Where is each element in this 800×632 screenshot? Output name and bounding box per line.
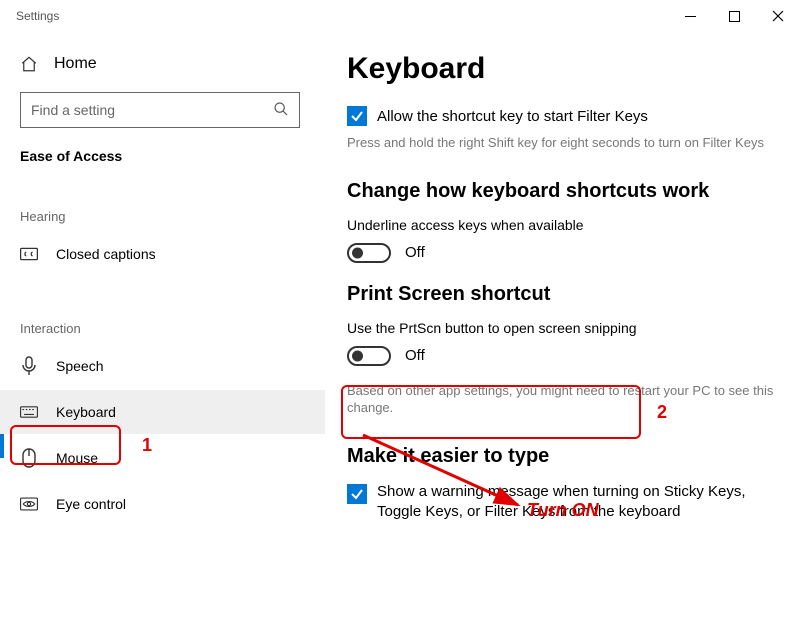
eye-control-icon: [20, 496, 38, 512]
underline-toggle-state: Off: [405, 244, 425, 261]
prtscn-note: Based on other app settings, you might n…: [347, 382, 786, 417]
sidebar-item-label: Mouse: [56, 450, 98, 466]
sidebar-item-label: Eye control: [56, 496, 126, 512]
page-title: Keyboard: [347, 52, 786, 86]
sidebar-home-label: Home: [54, 55, 97, 73]
underline-toggle[interactable]: [347, 243, 391, 263]
titlebar-title: Settings: [16, 9, 59, 23]
prtscn-toggle-state: Off: [405, 347, 425, 364]
close-button[interactable]: [756, 1, 800, 31]
titlebar: Settings: [0, 0, 800, 32]
prtscn-toggle[interactable]: [347, 346, 391, 366]
search-icon: [273, 101, 289, 120]
closed-captions-icon: [20, 247, 38, 261]
sidebar-item-closed-captions[interactable]: Closed captions: [0, 232, 325, 276]
warning-checkbox-row[interactable]: Show a warning message when turning on S…: [347, 482, 786, 523]
settings-window: Settings Home: [0, 0, 800, 632]
search-wrap: [0, 92, 325, 128]
minimize-button[interactable]: [668, 1, 712, 31]
speech-icon: [20, 356, 38, 376]
sidebar: Home Ease of Access Hearing Closed capti…: [0, 32, 325, 632]
sidebar-home[interactable]: Home: [0, 42, 325, 86]
filter-keys-checkbox-row[interactable]: Allow the shortcut key to start Filter K…: [347, 106, 786, 126]
selection-indicator: [0, 434, 4, 458]
sidebar-section-hearing: Hearing: [0, 209, 325, 224]
sidebar-item-keyboard[interactable]: Keyboard: [0, 390, 325, 434]
underline-toggle-row: Off: [347, 243, 786, 263]
prtscn-label: Use the PrtScn button to open screen sni…: [347, 320, 786, 336]
main-panel: Keyboard Allow the shortcut key to start…: [325, 32, 800, 632]
sidebar-section-interaction: Interaction: [0, 321, 325, 336]
sidebar-item-speech[interactable]: Speech: [0, 344, 325, 388]
checkbox-checked-icon: [347, 484, 367, 504]
filter-keys-label: Allow the shortcut key to start Filter K…: [377, 108, 648, 125]
easier-heading: Make it easier to type: [347, 445, 786, 468]
home-icon: [20, 55, 38, 73]
mouse-icon: [20, 448, 38, 468]
warning-label: Show a warning message when turning on S…: [377, 482, 786, 523]
content-area: Home Ease of Access Hearing Closed capti…: [0, 32, 800, 632]
sidebar-item-label: Keyboard: [56, 404, 116, 420]
sidebar-item-mouse[interactable]: Mouse: [0, 436, 325, 480]
checkbox-checked-icon: [347, 106, 367, 126]
prtscn-heading: Print Screen shortcut: [347, 283, 786, 306]
maximize-button[interactable]: [712, 1, 756, 31]
keyboard-icon: [20, 405, 38, 419]
sidebar-item-label: Speech: [56, 358, 103, 374]
search-box[interactable]: [20, 92, 300, 128]
sidebar-item-eye-control[interactable]: Eye control: [0, 482, 325, 526]
prtscn-toggle-row: Off: [347, 346, 786, 366]
search-input[interactable]: [31, 102, 273, 118]
titlebar-controls: [668, 1, 800, 31]
sidebar-item-label: Closed captions: [56, 246, 156, 262]
filter-keys-help: Press and hold the right Shift key for e…: [347, 134, 786, 152]
sidebar-group-title: Ease of Access: [0, 148, 325, 164]
shortcuts-heading: Change how keyboard shortcuts work: [347, 180, 786, 203]
underline-label: Underline access keys when available: [347, 217, 786, 233]
